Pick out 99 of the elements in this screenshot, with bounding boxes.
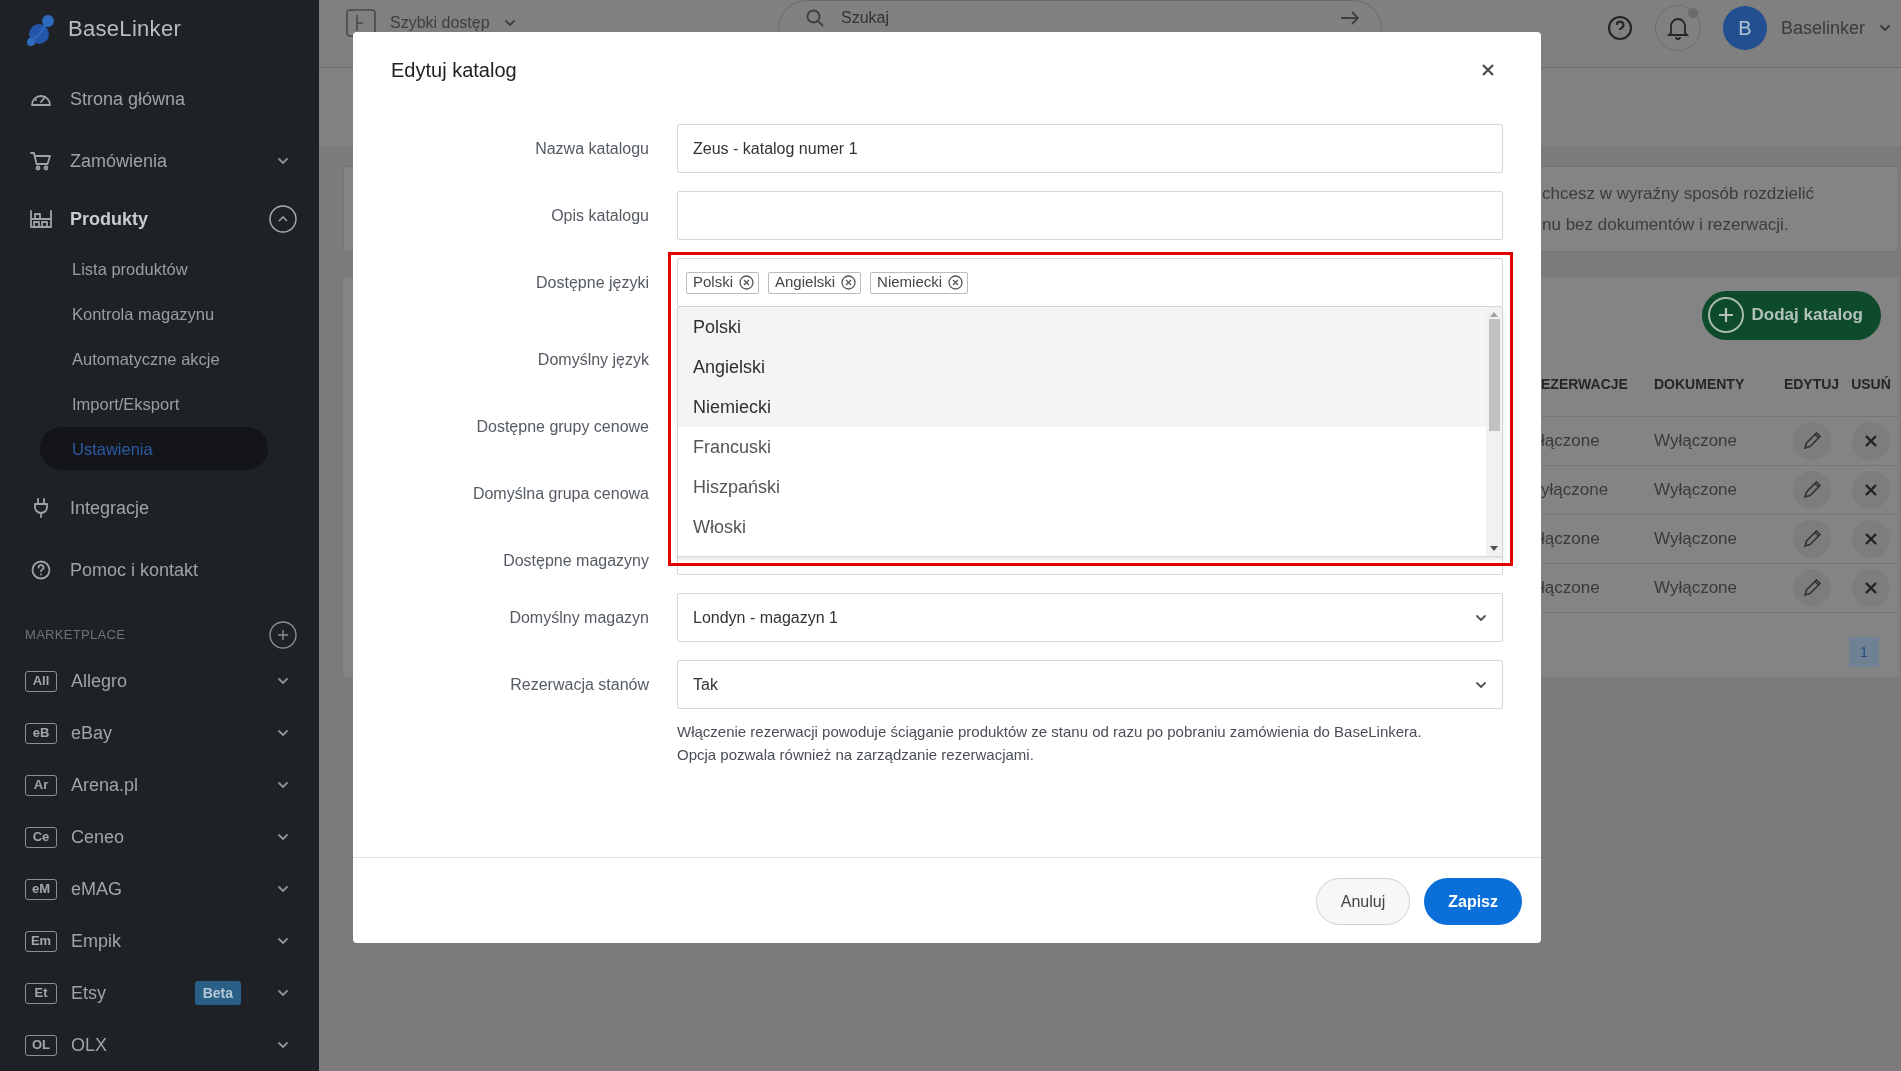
add-catalog-button[interactable]: Dodaj katalog: [1701, 290, 1881, 340]
section-heading: MARKETPLACE: [25, 626, 127, 645]
select-field[interactable]: Londyn - magazyn 1: [677, 593, 1503, 642]
logo-text: BaseLinker: [68, 15, 182, 44]
table-cell-text: łączone: [1541, 430, 1601, 453]
marketplace-item[interactable]: Empik: [71, 927, 255, 955]
language-tag[interactable]: Polski: [686, 271, 759, 294]
plus-icon: [1707, 297, 1744, 333]
table-cell-text: Wyłączone: [1654, 528, 1738, 551]
nav-item[interactable]: Zamówienia: [70, 147, 252, 175]
dropdown-option[interactable]: Hiszpański: [678, 467, 1486, 507]
remove-icon[interactable]: [841, 275, 857, 290]
marketplace-item[interactable]: Ceneo: [71, 823, 255, 851]
cart-icon: [29, 151, 53, 172]
delete-button[interactable]: [1852, 569, 1890, 607]
dialog-title: Edytuj katalog: [391, 58, 518, 83]
marketplace-item[interactable]: Allegro: [71, 667, 255, 695]
field-label: Dostępne grupy cenowe: [475, 417, 649, 437]
nav-subitem[interactable]: Automatyczne akcje: [40, 337, 268, 381]
dropdown-option[interactable]: Niemiecki: [678, 387, 1486, 427]
nav-item[interactable]: Pomoc i kontakt: [70, 556, 297, 584]
table-cell-text: Wyłączone: [1654, 577, 1738, 600]
marketplace-badge: eB: [25, 722, 57, 744]
marketplace-item[interactable]: Etsy: [71, 979, 181, 1007]
marketplace-badge: Ar: [25, 774, 57, 796]
marketplace-item[interactable]: eBay: [71, 719, 255, 747]
table-cell-text: Wyłączone: [1654, 430, 1738, 453]
nav-item[interactable]: Strona główna: [70, 85, 297, 113]
marketplace-badge: OL: [25, 1034, 57, 1056]
chevron-icon: [503, 19, 516, 27]
edit-button[interactable]: [1792, 422, 1831, 460]
field-label: Dostępne magazyny: [502, 551, 649, 571]
chevron-icon: [1879, 24, 1891, 32]
table-cell-text: yłączone: [1541, 479, 1610, 502]
bell-icon: [1666, 16, 1689, 40]
delete-button[interactable]: [1852, 422, 1890, 460]
scrollbar[interactable]: [1486, 307, 1502, 556]
dropdown-option[interactable]: Francuski: [678, 427, 1486, 467]
remove-icon[interactable]: [739, 275, 754, 290]
field-label: Domyślna grupa cenowa: [471, 484, 649, 504]
marketplace-item[interactable]: eMAG: [71, 875, 255, 903]
search-icon: [806, 9, 824, 27]
column-header: DOKUMENTY: [1654, 375, 1746, 394]
help-icon: [29, 560, 53, 581]
scroll-down-icon[interactable]: [1490, 546, 1498, 552]
avatar[interactable]: B: [1722, 6, 1767, 50]
column-header: EDYTUJ: [1782, 375, 1841, 394]
table-cell-text: łączone: [1541, 528, 1601, 551]
add-button[interactable]: [269, 621, 297, 650]
field-label: Dostępne języki: [535, 272, 649, 293]
language-tag[interactable]: Angielski: [768, 271, 862, 294]
marketplace-badge: Em: [25, 930, 57, 952]
shelves-icon: [29, 210, 53, 229]
remove-icon[interactable]: [948, 275, 964, 290]
table-cell-text: Wyłączone: [1654, 479, 1738, 502]
table-cell-text: łączone: [1541, 577, 1601, 600]
dropdown-option[interactable]: Polski: [678, 307, 1486, 347]
nav-subitem[interactable]: Kontrola magazynu: [40, 292, 268, 336]
help-text: Włączenie rezerwacji powoduje ściąganie produktów ze stanu od razu po pobraniu zamówienia do BaseLinkera. Opcja pozwala również na zarządzanie rezerwacjami.: [677, 722, 1423, 765]
delete-button[interactable]: [1852, 471, 1890, 509]
delete-button[interactable]: [1852, 520, 1890, 558]
close-icon[interactable]: [1481, 63, 1495, 77]
field-label: Nazwa katalogu: [534, 138, 649, 159]
text-field[interactable]: Zeus - katalog numer 1: [677, 124, 1503, 173]
nav-item[interactable]: Integracje: [70, 494, 297, 522]
marketplace-item[interactable]: OLX: [71, 1031, 255, 1059]
arrow-icon: [1340, 11, 1360, 25]
marketplace-badge: Et: [25, 982, 57, 1004]
field-label: Opis katalogu: [550, 205, 649, 226]
dropdown-option[interactable]: Angielski: [678, 347, 1486, 387]
nav-subitem[interactable]: Import/Eksport: [40, 382, 268, 426]
column-header: EZERWACJE: [1541, 375, 1629, 394]
help-icon[interactable]: [1606, 15, 1633, 41]
info-text: nu bez dokumentów i rezerwacji.: [1542, 214, 1790, 236]
language-tag[interactable]: Niemiecki: [870, 271, 969, 294]
tags-field[interactable]: Polski Angielski Niemiecki: [677, 258, 1503, 307]
dropdown-option[interactable]: Włoski: [678, 507, 1486, 547]
nav-item[interactable]: Produkty: [70, 205, 252, 233]
beta-tag: Beta: [194, 981, 241, 1006]
marketplace-badge: All: [25, 670, 57, 692]
marketplace-badge: eM: [25, 878, 57, 900]
nav-subitem[interactable]: Lista produktów: [40, 247, 268, 291]
chevron-icon: [1475, 613, 1487, 622]
field-label: Domyślny język: [536, 350, 649, 370]
cancel-button[interactable]: Anuluj: [1315, 878, 1411, 925]
column-header: USUŃ: [1850, 375, 1892, 394]
edit-button[interactable]: [1792, 471, 1831, 509]
select-field[interactable]: Tak: [677, 660, 1503, 709]
save-button[interactable]: Zapisz: [1424, 878, 1522, 925]
marketplace-badge: Ce: [25, 826, 57, 848]
info-text: chcesz w wyraźny sposób rozdzielić: [1542, 182, 1816, 205]
chevron-icon: [1475, 680, 1487, 689]
edit-button[interactable]: [1792, 520, 1831, 558]
field-label: Domyślny magazyn: [508, 607, 649, 628]
text-field[interactable]: [677, 191, 1503, 240]
collapse-button[interactable]: [269, 205, 297, 234]
field-label: Rezerwacja stanów: [509, 674, 649, 695]
marketplace-item[interactable]: Arena.pl: [71, 771, 255, 799]
edit-button[interactable]: [1792, 569, 1831, 607]
